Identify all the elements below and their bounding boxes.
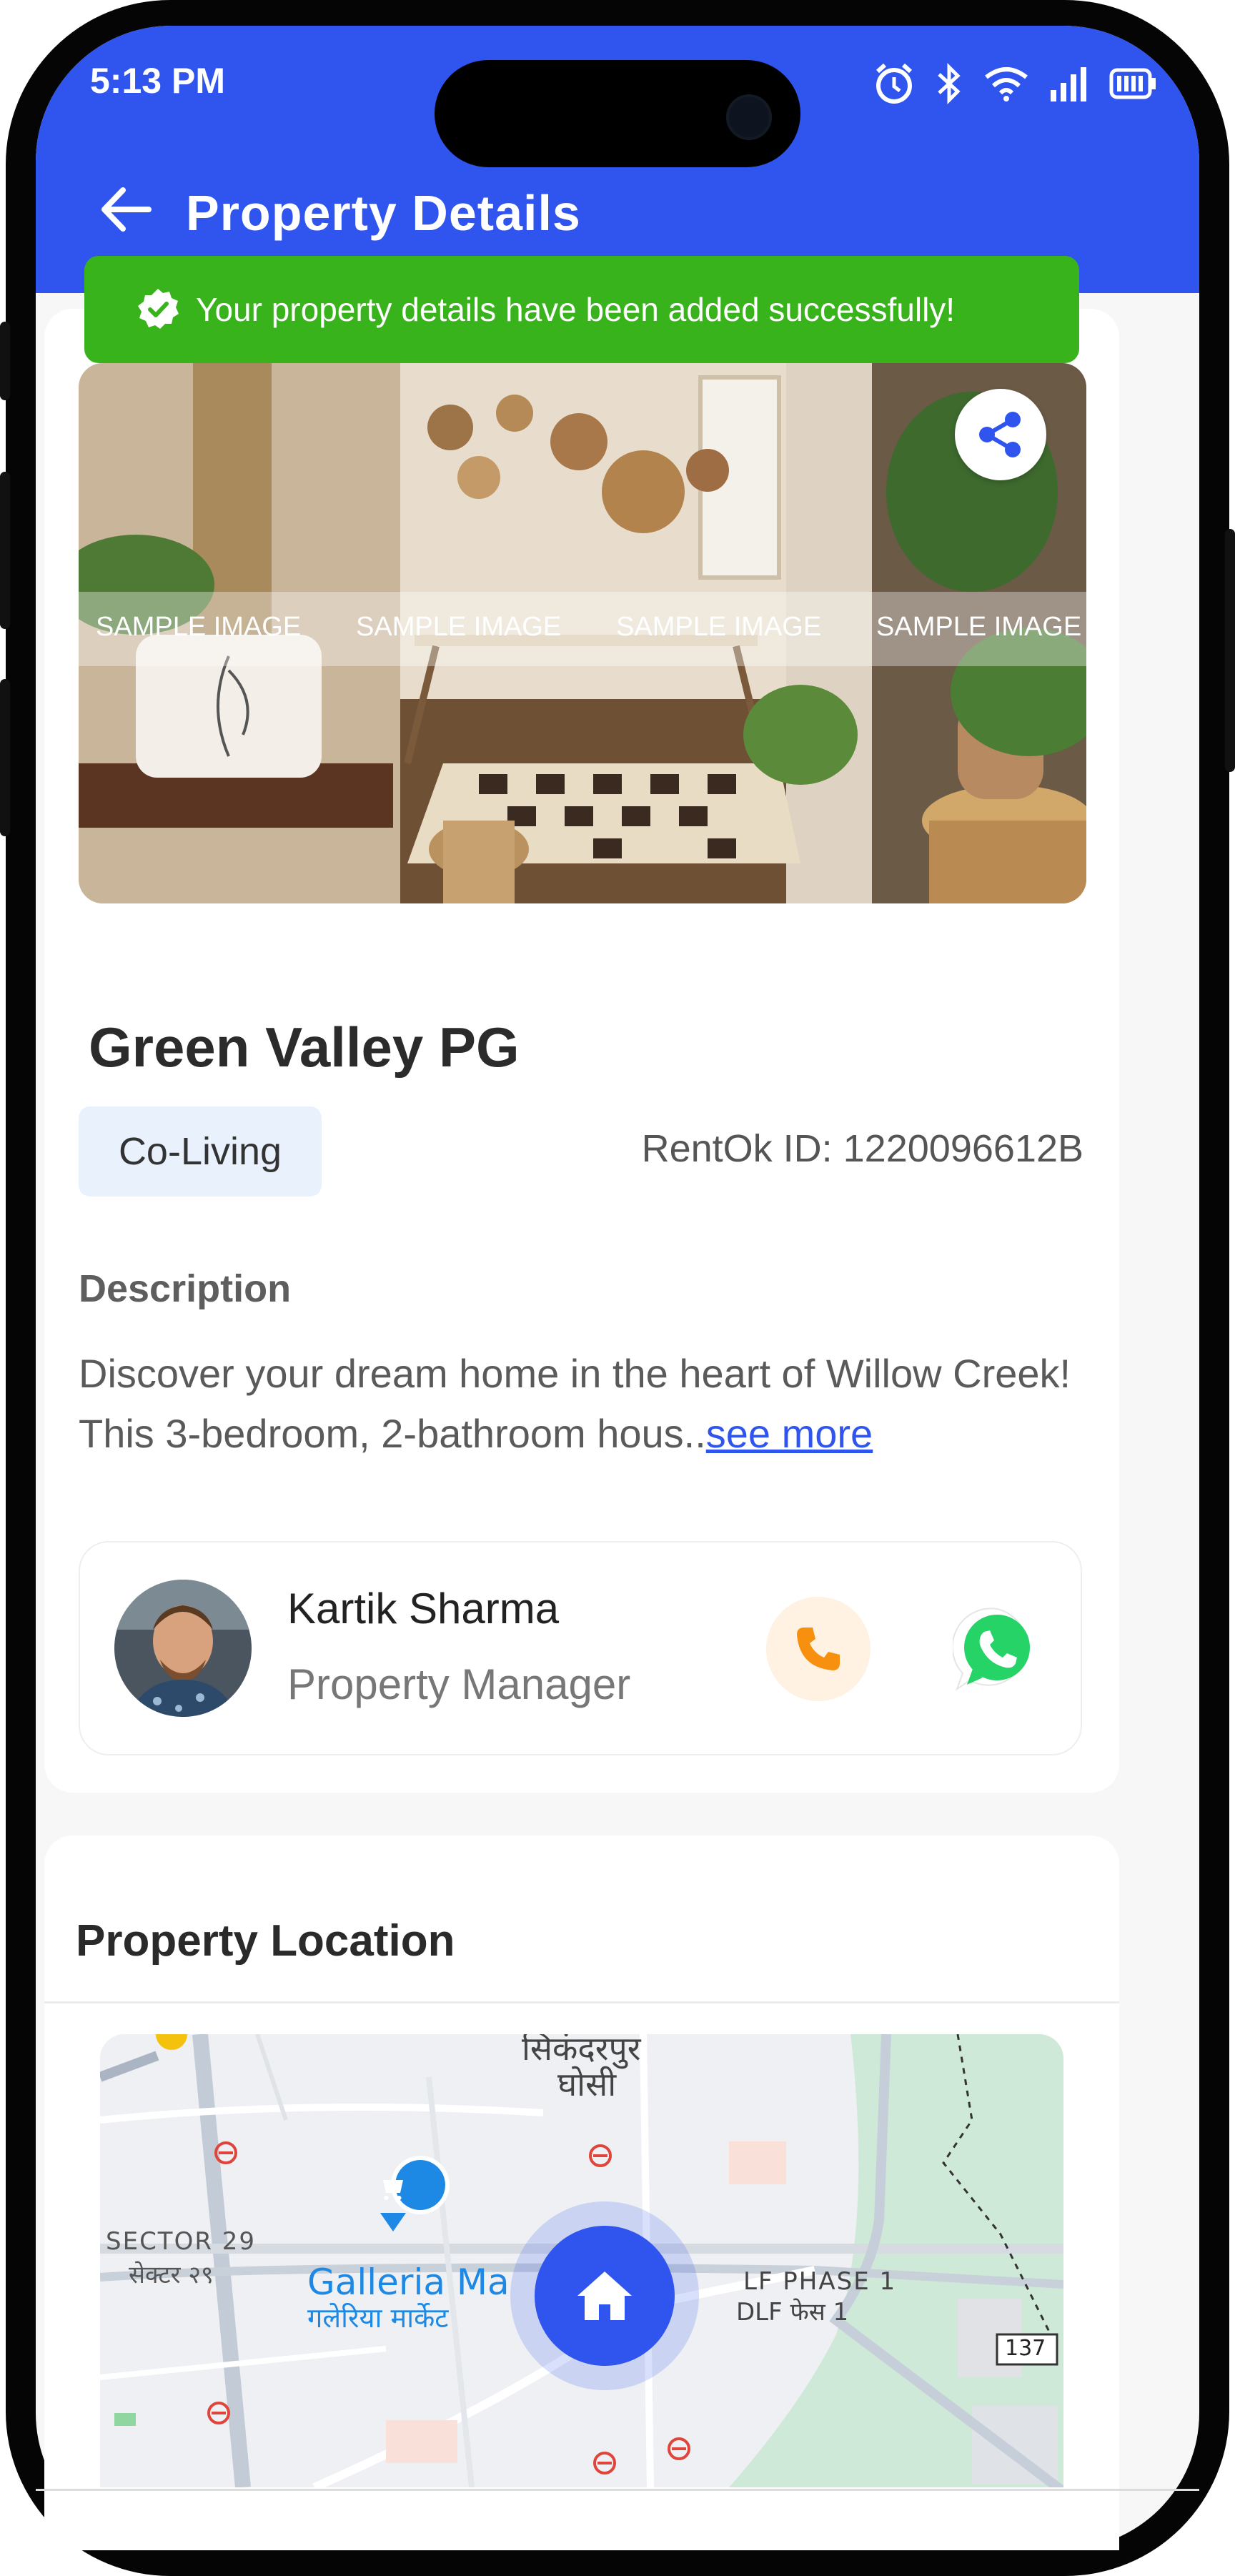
page-title: Property Details <box>186 185 581 241</box>
map-label: LF PHASE 1 <box>743 2267 897 2296</box>
see-more-link[interactable]: see more <box>706 1411 873 1456</box>
signal-icon <box>1051 67 1086 101</box>
property-type-chip: Co-Living <box>79 1106 322 1197</box>
divider <box>44 2001 1119 2003</box>
rentok-id: RentOk ID: 1220096612B <box>641 1127 1083 1170</box>
avatar <box>114 1580 252 1717</box>
map-label: SECTOR 29 <box>106 2227 257 2256</box>
whatsapp-button[interactable] <box>945 1597 1049 1701</box>
watermark-text: SAMPLE IMAGE <box>356 612 562 642</box>
watermark-text: SAMPLE IMAGE <box>96 612 302 642</box>
map-label: DLF फेस 1 <box>736 2298 849 2327</box>
manager-card: Kartik Sharma Property Manager <box>79 1541 1082 1755</box>
phone-icon <box>797 1628 840 1670</box>
back-arrow-icon[interactable] <box>97 184 154 234</box>
watermark-text: SAMPLE IMAGE <box>616 612 822 642</box>
status-time: 5:13 PM <box>90 61 225 101</box>
share-icon <box>979 412 1021 457</box>
whatsapp-icon <box>953 1607 1030 1691</box>
wifi-icon <box>985 67 1028 101</box>
call-button[interactable] <box>766 1597 871 1701</box>
home-icon <box>577 2272 632 2320</box>
volume-up-button <box>0 472 10 629</box>
description-body: Discover your dream home in the heart of… <box>79 1351 1071 1456</box>
map-label: घोसी <box>557 2065 617 2104</box>
mute-switch <box>0 322 10 400</box>
power-button <box>1225 529 1235 772</box>
property-image[interactable]: SAMPLE IMAGE SAMPLE IMAGE SAMPLE IMAGE S… <box>79 363 1086 903</box>
description-heading: Description <box>79 1267 292 1310</box>
share-button[interactable] <box>955 389 1046 480</box>
battery-icon <box>1109 68 1156 99</box>
bottom-divider <box>36 2489 1199 2491</box>
volume-down-button <box>0 679 10 836</box>
road-number: 137 <box>1005 2336 1046 2361</box>
description-text: Discover your dream home in the heart of… <box>79 1344 1086 1464</box>
property-name: Green Valley PG <box>89 1016 520 1079</box>
home-fab-inner <box>535 2226 675 2366</box>
manager-name: Kartik Sharma <box>287 1585 560 1633</box>
map-label: सेक्टर २९ <box>129 2261 214 2289</box>
status-icons <box>873 61 1156 106</box>
watermark-text: SAMPLE IMAGE <box>876 612 1082 642</box>
check-badge-icon <box>138 289 179 329</box>
bluetooth-icon <box>938 62 961 105</box>
map-label: Galleria Ma <box>307 2262 510 2303</box>
home-fab[interactable] <box>510 2201 699 2390</box>
success-toast: Your property details have been added su… <box>84 256 1079 363</box>
location-heading: Property Location <box>76 1916 455 1966</box>
alarm-icon <box>876 63 913 104</box>
manager-role: Property Manager <box>287 1660 631 1708</box>
map-label: गलेरिया मार्केट <box>307 2302 449 2334</box>
toast-message: Your property details have been added su… <box>196 291 956 328</box>
front-camera <box>726 94 772 140</box>
dynamic-island <box>435 60 800 167</box>
